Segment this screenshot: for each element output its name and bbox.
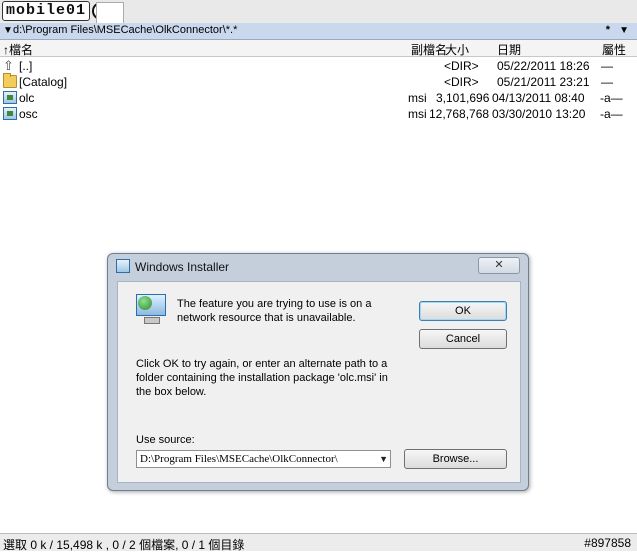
- file-size: 12,768,768: [429, 107, 490, 121]
- file-date: 03/30/2010 13:20: [492, 107, 586, 121]
- file-size: <DIR>: [444, 75, 479, 89]
- status-count: #897858: [584, 536, 631, 550]
- installer-icon: [116, 259, 130, 273]
- msi-file-icon: [3, 91, 17, 104]
- logo[interactable]: mobile01: [2, 1, 111, 21]
- path-dropdown-icon[interactable]: ▼: [3, 25, 13, 36]
- use-source-label: Use source:: [136, 434, 195, 446]
- source-path-value: D:\Program Files\MSECache\OlkConnector\: [140, 453, 338, 465]
- logo-text: mobile01: [2, 1, 91, 21]
- column-name[interactable]: ↑檔名: [3, 41, 33, 58]
- file-size: <DIR>: [444, 59, 479, 73]
- file-size: 3,101,696: [436, 91, 490, 105]
- filter-text: *: [605, 24, 610, 36]
- file-ext: msi: [408, 107, 427, 121]
- close-button[interactable]: ✕: [478, 257, 520, 274]
- file-attr: -a—: [600, 107, 623, 121]
- file-ext: msi: [408, 91, 427, 105]
- path-text: d:\Program Files\MSECache\OlkConnector\*…: [13, 24, 238, 36]
- dialog-instruction: Click OK to try again, or enter an alter…: [136, 358, 388, 398]
- cancel-button[interactable]: Cancel: [419, 329, 507, 349]
- file-date: 05/21/2011 23:21: [497, 75, 590, 89]
- file-attr: —: [601, 75, 613, 89]
- dialog-body: The feature you are trying to use is on …: [117, 281, 521, 483]
- dialog-message: The feature you are trying to use is on …: [177, 298, 372, 324]
- tab-second[interactable]: [96, 2, 124, 23]
- folder-icon: [3, 73, 17, 88]
- dialog-title: Windows Installer: [135, 260, 230, 274]
- file-name: olc: [19, 91, 35, 105]
- browse-button[interactable]: Browse...: [404, 449, 507, 469]
- column-size[interactable]: 大小: [445, 41, 469, 58]
- selection-status: 選取 0 k / 15,498 k , 0 / 2 個檔案, 0 / 1 個目錄: [3, 538, 245, 552]
- file-date: 05/22/2011 18:26: [497, 59, 590, 73]
- file-date: 04/13/2011 08:40: [492, 91, 585, 105]
- file-name: osc: [19, 107, 38, 121]
- file-row[interactable]: osc msi 12,768,768 03/30/2010 13:20 -a—: [0, 106, 637, 122]
- ok-button[interactable]: OK: [419, 301, 507, 321]
- file-name: [Catalog]: [19, 75, 68, 89]
- status-bar: 選取 0 k / 15,498 k , 0 / 2 個檔案, 0 / 1 個目錄…: [0, 533, 637, 552]
- windows-installer-dialog: Windows Installer ✕ The feature you are …: [107, 253, 529, 491]
- file-row[interactable]: ⇧ [..] <DIR> 05/22/2011 18:26 —: [0, 58, 637, 74]
- column-header: ↑檔名 副檔名 大小 日期 屬性: [0, 40, 637, 57]
- msi-file-icon: [3, 107, 17, 120]
- source-path-combobox[interactable]: D:\Program Files\MSECache\OlkConnector\ …: [136, 450, 391, 468]
- filter-dropdown-icon[interactable]: ▼: [619, 25, 629, 36]
- file-row[interactable]: [Catalog] <DIR> 05/21/2011 23:21 —: [0, 73, 637, 90]
- tab-strip: mobile01: [0, 0, 637, 24]
- column-ext[interactable]: 副檔名: [411, 41, 447, 58]
- file-row[interactable]: olc msi 3,101,696 04/13/2011 08:40 -a—: [0, 90, 637, 106]
- close-icon: ✕: [494, 259, 504, 271]
- file-attr: -a—: [600, 91, 623, 105]
- path-bar[interactable]: ▼ d:\Program Files\MSECache\OlkConnector…: [0, 23, 637, 40]
- file-attr: —: [601, 59, 613, 73]
- network-installer-icon: [136, 294, 168, 326]
- chevron-down-icon[interactable]: ▼: [379, 451, 388, 467]
- up-dir-icon: ⇧: [3, 58, 14, 73]
- column-attr[interactable]: 屬性: [602, 41, 626, 58]
- column-date[interactable]: 日期: [497, 41, 521, 58]
- file-name: [..]: [19, 59, 33, 73]
